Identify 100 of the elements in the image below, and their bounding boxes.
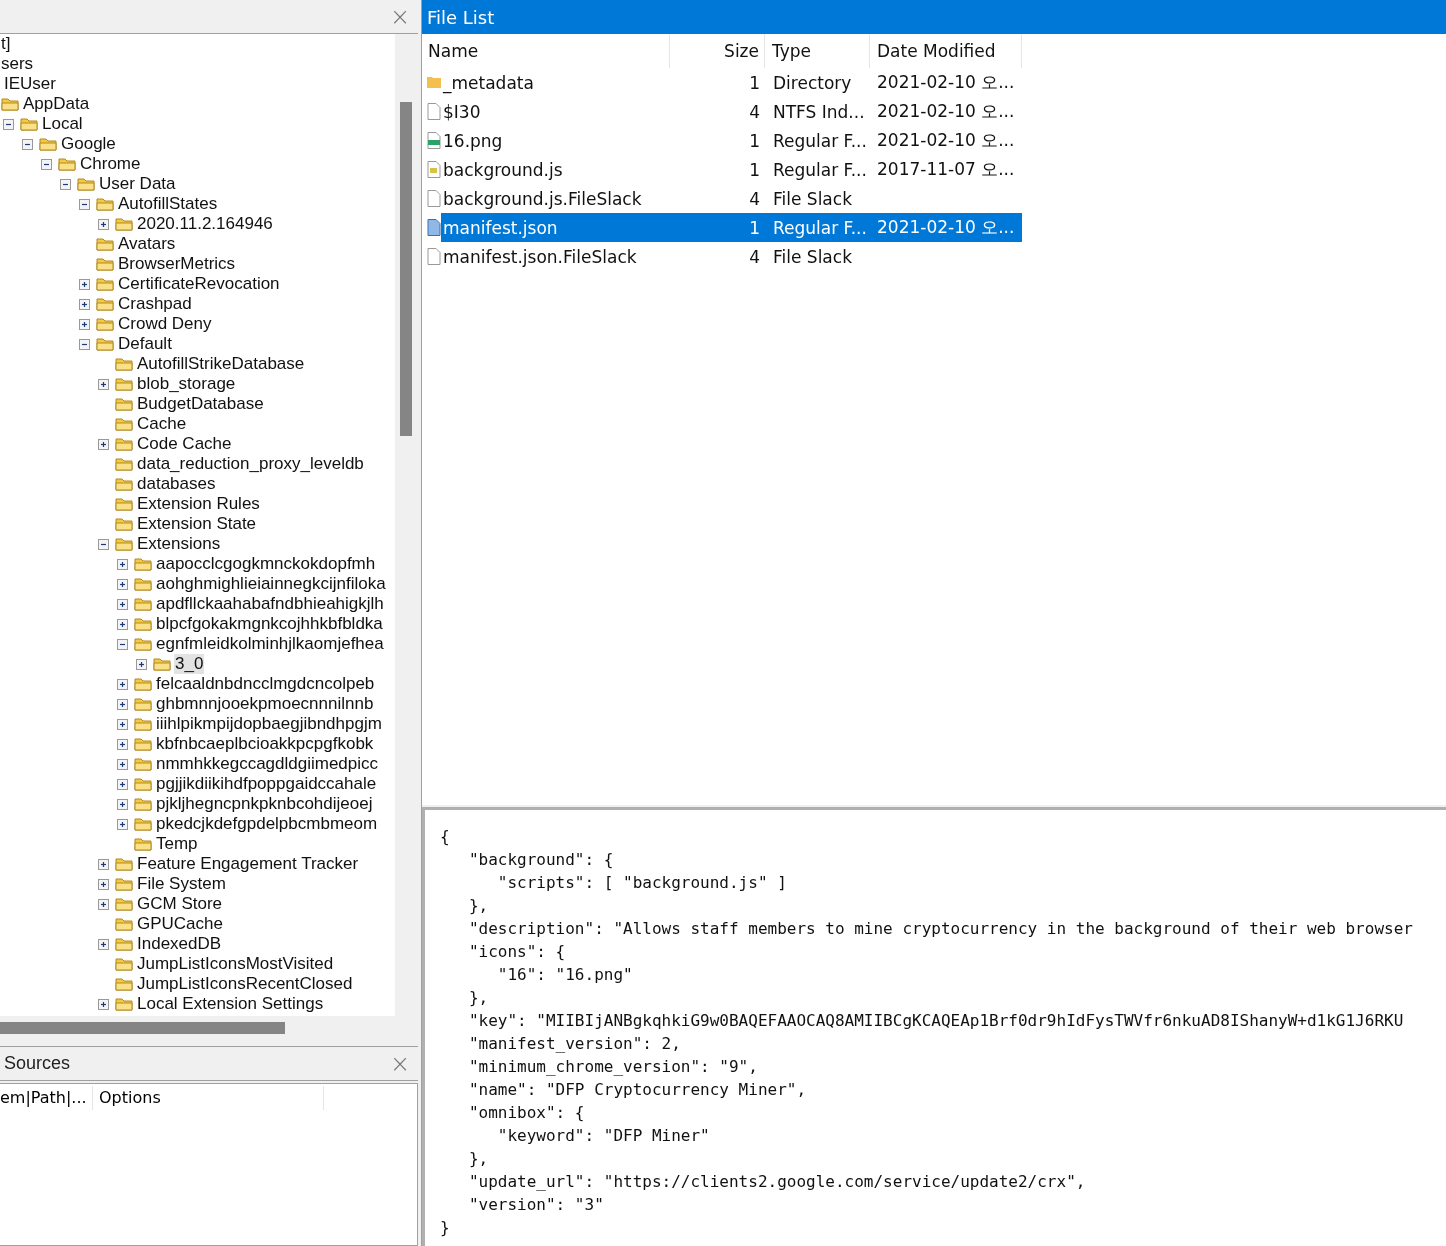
column-header[interactable]: Options	[93, 1086, 324, 1110]
tree-item[interactable]: Local Extension Settings	[136, 994, 325, 1014]
tree-item[interactable]: nmmhkkegccagdldgiimedpicc	[155, 754, 380, 774]
expand-icon[interactable]	[98, 878, 109, 890]
tree-item[interactable]: Avatars	[117, 234, 177, 254]
tree-item[interactable]: t]	[0, 34, 12, 54]
scrollbar-thumb[interactable]	[400, 102, 412, 436]
expand-icon[interactable]	[117, 598, 128, 610]
expand-icon[interactable]	[117, 578, 128, 590]
tree-item[interactable]: sers	[0, 54, 35, 74]
collapse-icon[interactable]	[79, 338, 90, 350]
expand-icon[interactable]	[98, 858, 109, 870]
file-name[interactable]: background.js	[441, 155, 670, 184]
tree-item[interactable]: Local	[41, 114, 84, 134]
column-header[interactable]: Name	[422, 34, 670, 68]
tree-item[interactable]: JumpListIconsRecentClosed	[136, 974, 354, 994]
tree-item[interactable]: BudgetDatabase	[136, 394, 265, 414]
tree-item[interactable]: pjkljhegncpnkpknbcohdijeoej	[155, 794, 374, 814]
tree-item[interactable]: 3_0	[174, 654, 205, 674]
expand-icon[interactable]	[117, 738, 128, 750]
expand-icon[interactable]	[117, 758, 128, 770]
expand-icon[interactable]	[117, 778, 128, 790]
column-header[interactable]: Date Modified	[870, 34, 1022, 68]
expand-icon[interactable]	[117, 618, 128, 630]
tree-item[interactable]: Chrome	[79, 154, 142, 174]
tree-item[interactable]: Default	[117, 334, 173, 354]
tree-item[interactable]: egnfmleidkolminhjlkaomjefhea	[155, 634, 385, 654]
tree-item[interactable]: Crowd Deny	[117, 314, 213, 334]
expand-icon[interactable]	[98, 378, 109, 390]
tree-item[interactable]: Extension Rules	[136, 494, 261, 514]
collapse-icon[interactable]	[60, 178, 71, 190]
expand-icon[interactable]	[117, 818, 128, 830]
expand-icon[interactable]	[79, 298, 90, 310]
expand-icon[interactable]	[117, 798, 128, 810]
tree-item[interactable]: AppData	[22, 94, 91, 114]
tree-item[interactable]: blob_storage	[136, 374, 237, 394]
tree-item[interactable]: Code Cache	[136, 434, 233, 454]
tree-item[interactable]: AutofillStrikeDatabase	[136, 354, 306, 374]
file-name[interactable]: background.js.FileSlack	[441, 184, 670, 213]
tree-item[interactable]: CertificateRevocation	[117, 274, 281, 294]
tree-item[interactable]: kbfnbcaeplbcioakkpcpgfkobk	[155, 734, 375, 754]
collapse-icon[interactable]	[117, 638, 128, 650]
tree-item[interactable]: BrowserMetrics	[117, 254, 237, 274]
tree-item[interactable]: pkedcjkdefgpdelpbcmbmeom	[155, 814, 379, 834]
close-button[interactable]: ×	[387, 1051, 412, 1076]
expand-icon[interactable]	[79, 278, 90, 290]
scrollbar-thumb[interactable]	[0, 1022, 285, 1034]
file-name[interactable]: manifest.json	[441, 213, 670, 242]
tree-item[interactable]: GPUCache	[136, 914, 224, 934]
tree-item[interactable]: aohghmighlieiainnegkcijnfiloka	[155, 574, 387, 594]
tree-item[interactable]: File System	[136, 874, 227, 894]
column-header[interactable]: Size	[670, 34, 765, 68]
expand-icon[interactable]	[117, 678, 128, 690]
expand-icon[interactable]	[98, 438, 109, 450]
tree-item[interactable]: User Data	[98, 174, 177, 194]
close-button[interactable]: ×	[387, 4, 412, 29]
tree-item[interactable]: Cache	[136, 414, 188, 434]
tree-item[interactable]: Extensions	[136, 534, 222, 554]
tree-item[interactable]: IEUser	[3, 74, 57, 94]
expand-icon[interactable]	[98, 218, 109, 230]
tree-item[interactable]: Google	[60, 134, 117, 154]
table-cell-text: 4	[748, 100, 761, 124]
file-name[interactable]: 16.png	[441, 126, 670, 155]
collapse-icon[interactable]	[3, 118, 14, 130]
expand-icon[interactable]	[98, 938, 109, 950]
column-header[interactable]: Type	[765, 34, 870, 68]
collapse-icon[interactable]	[22, 138, 33, 150]
code-line: {	[440, 826, 451, 848]
collapse-icon[interactable]	[79, 198, 90, 210]
tree-item[interactable]: AutofillStates	[117, 194, 219, 214]
tree-item[interactable]: data_reduction_proxy_leveldb	[136, 454, 365, 474]
expand-icon[interactable]	[117, 718, 128, 730]
tree-item[interactable]: Extension State	[136, 514, 258, 534]
file-name[interactable]: $I30	[441, 97, 670, 126]
tree-item[interactable]: Temp	[155, 834, 199, 854]
collapse-icon[interactable]	[41, 158, 52, 170]
tree-item[interactable]: pgjjikdiikihdfpoppgaidccahale	[155, 774, 378, 794]
tree-item[interactable]: Feature Engagement Tracker	[136, 854, 360, 874]
tree-item[interactable]: databases	[136, 474, 217, 494]
file-name[interactable]: manifest.json.FileSlack	[441, 242, 670, 271]
expand-icon[interactable]	[98, 898, 109, 910]
expand-icon[interactable]	[136, 658, 147, 670]
tree-item[interactable]: 2020.11.2.164946	[136, 214, 274, 234]
tree-item[interactable]: aapocclcgogkmnckokdopfmh	[155, 554, 377, 574]
tree-item[interactable]: GCM Store	[136, 894, 224, 914]
expand-icon[interactable]	[98, 998, 109, 1010]
column-header[interactable]: em|Path|...	[0, 1086, 93, 1110]
tree-item[interactable]: ghbmnnjooekpmoecnnnilnnb	[155, 694, 375, 714]
tree-item[interactable]: IndexedDB	[136, 934, 223, 954]
expand-icon[interactable]	[79, 318, 90, 330]
expand-icon[interactable]	[117, 558, 128, 570]
tree-item[interactable]: iiihlpikmpijdopbaegjibndhpgjm	[155, 714, 383, 734]
tree-item[interactable]: blpcfgokakmgnkcojhhkbfbldka	[155, 614, 384, 634]
expand-icon[interactable]	[117, 698, 128, 710]
tree-item[interactable]: apdfllckaahabafndbhieahigkjlh	[155, 594, 385, 614]
tree-item[interactable]: JumpListIconsMostVisited	[136, 954, 335, 974]
tree-item[interactable]: felcaaldnbdncclmgdcncolpeb	[155, 674, 376, 694]
file-name[interactable]: _metadata	[441, 68, 670, 97]
collapse-icon[interactable]	[98, 538, 109, 550]
tree-item[interactable]: Crashpad	[117, 294, 193, 314]
